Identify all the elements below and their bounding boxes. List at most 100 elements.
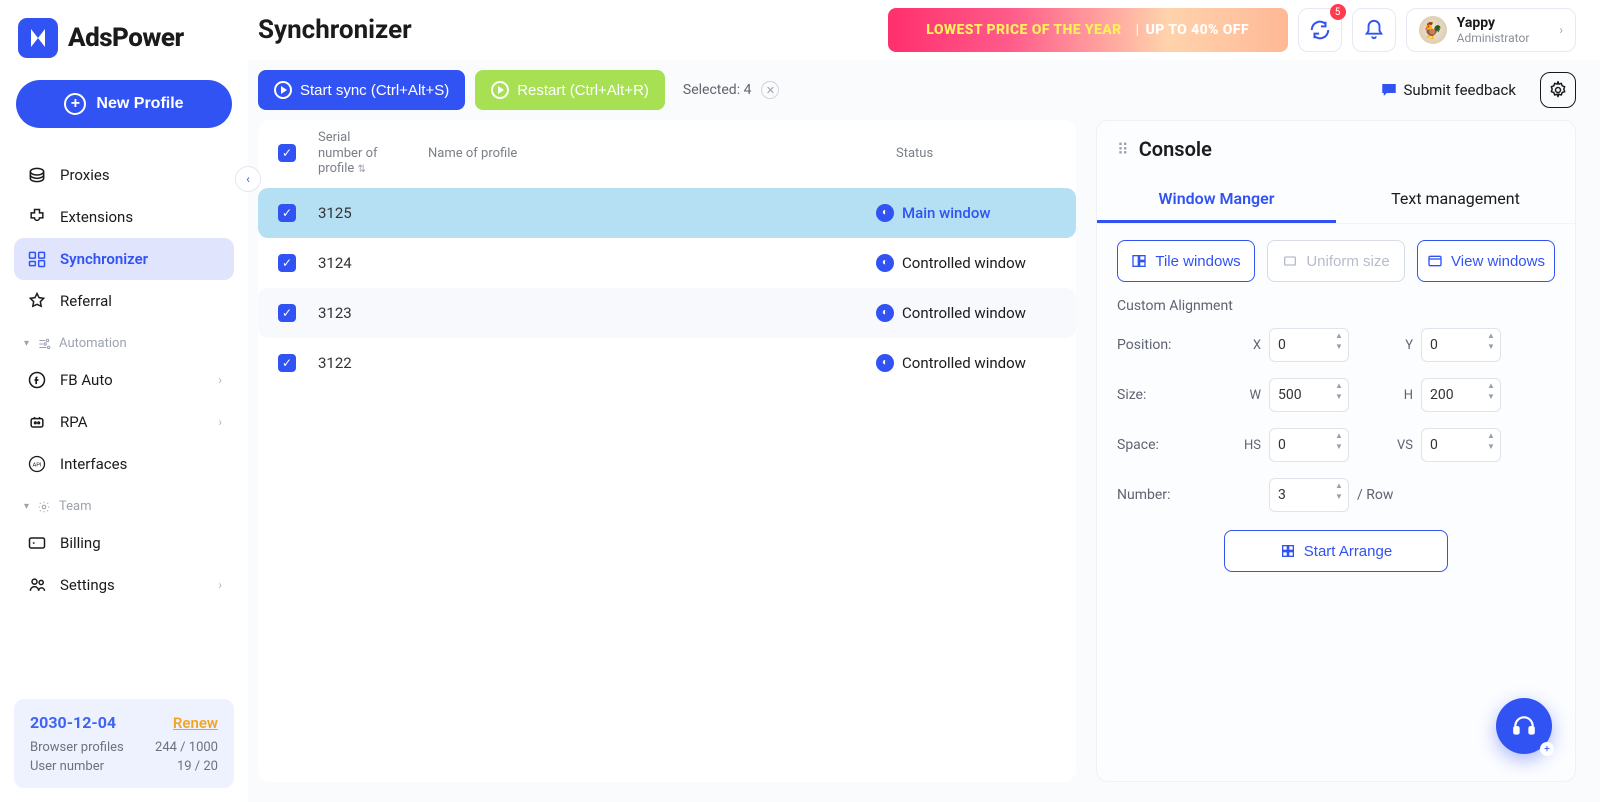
step-up[interactable]: ▲ bbox=[1486, 332, 1496, 342]
step-up[interactable]: ▲ bbox=[1334, 482, 1344, 492]
row-checkbox[interactable]: ✓ bbox=[278, 354, 296, 372]
page-header: Synchronizer LOWEST PRICE OF THE YEAR | … bbox=[248, 0, 1600, 60]
profiles-table: ✓ Serial number of profile ⇅ Name of pro… bbox=[258, 120, 1076, 782]
sidebar-item-label: FB Auto bbox=[60, 371, 113, 389]
settings-button[interactable] bbox=[1540, 72, 1576, 108]
step-up[interactable]: ▲ bbox=[1486, 432, 1496, 442]
step-down[interactable]: ▼ bbox=[1486, 443, 1496, 453]
space-hs-input[interactable]: 0▲▼ bbox=[1269, 428, 1349, 462]
tab-text-management[interactable]: Text management bbox=[1336, 177, 1575, 223]
sidebar-item-extensions[interactable]: Extensions bbox=[14, 196, 234, 238]
position-label: Position: bbox=[1117, 337, 1237, 353]
chat-plus-icon: + bbox=[1540, 742, 1554, 756]
view-windows-button[interactable]: View windows bbox=[1417, 240, 1555, 282]
step-down[interactable]: ▼ bbox=[1334, 443, 1344, 453]
step-down[interactable]: ▼ bbox=[1334, 393, 1344, 403]
space-vs-input[interactable]: 0▲▼ bbox=[1421, 428, 1501, 462]
restart-button[interactable]: Restart (Ctrl+Alt+R) bbox=[475, 70, 665, 110]
step-down[interactable]: ▼ bbox=[1486, 393, 1496, 403]
uniform-size-button[interactable]: Uniform size bbox=[1267, 240, 1405, 282]
view-icon bbox=[1427, 253, 1443, 269]
user-menu[interactable]: 🐓 Yappy Administrator › bbox=[1406, 8, 1576, 52]
sidebar-collapse-button[interactable]: ‹ bbox=[235, 166, 261, 192]
play-icon bbox=[491, 81, 509, 99]
renew-link[interactable]: Renew bbox=[173, 714, 218, 732]
console-tabs: Window Manger Text management bbox=[1097, 177, 1575, 224]
position-y-input[interactable]: 0▲▼ bbox=[1421, 328, 1501, 362]
promo-left: LOWEST PRICE OF THE YEAR bbox=[926, 22, 1121, 38]
chat-fab-button[interactable]: + bbox=[1496, 698, 1552, 754]
table-header: ✓ Serial number of profile ⇅ Name of pro… bbox=[258, 120, 1076, 188]
position-x-input[interactable]: 0▲▼ bbox=[1269, 328, 1349, 362]
number-label: Number: bbox=[1117, 487, 1237, 503]
group-automation[interactable]: ▾ Automation bbox=[14, 322, 234, 359]
row-status: Controlled window bbox=[902, 304, 1026, 322]
select-all-checkbox[interactable]: ✓ bbox=[278, 144, 296, 162]
clear-selection-button[interactable]: ✕ bbox=[761, 81, 779, 99]
uniform-icon bbox=[1282, 253, 1298, 269]
sidebar-item-proxies[interactable]: Proxies bbox=[14, 154, 234, 196]
step-up[interactable]: ▲ bbox=[1334, 382, 1344, 392]
sidebar-item-rpa[interactable]: RPA › bbox=[14, 401, 234, 443]
promo-banner[interactable]: LOWEST PRICE OF THE YEAR | UP TO 40% OFF bbox=[888, 8, 1288, 52]
step-down[interactable]: ▼ bbox=[1334, 493, 1344, 503]
console-panel: ⠿ Console Window Manger Text management … bbox=[1096, 120, 1576, 782]
sidebar-item-settings[interactable]: Settings › bbox=[14, 564, 234, 606]
sync-icon-button[interactable]: 5 bbox=[1298, 8, 1342, 52]
table-row[interactable]: ✓ 3122 ◐Controlled window bbox=[258, 338, 1076, 388]
sidebar-item-fbauto[interactable]: FB Auto › bbox=[14, 359, 234, 401]
tab-window-manager[interactable]: Window Manger bbox=[1097, 177, 1336, 223]
step-down[interactable]: ▼ bbox=[1486, 343, 1496, 353]
sidebar-item-billing[interactable]: Billing bbox=[14, 522, 234, 564]
start-sync-label: Start sync (Ctrl+Alt+S) bbox=[300, 82, 449, 99]
tile-windows-button[interactable]: Tile windows bbox=[1117, 240, 1255, 282]
settings-icon bbox=[26, 574, 48, 596]
size-h-input[interactable]: 200▲▼ bbox=[1421, 378, 1501, 412]
profiles-value: 244 / 1000 bbox=[155, 740, 218, 755]
step-up[interactable]: ▲ bbox=[1334, 432, 1344, 442]
start-sync-button[interactable]: Start sync (Ctrl+Alt+S) bbox=[258, 70, 465, 110]
sidebar-item-interfaces[interactable]: API Interfaces bbox=[14, 443, 234, 485]
row-checkbox[interactable]: ✓ bbox=[278, 304, 296, 322]
table-row[interactable]: ✓ 3125 ◐Main window bbox=[258, 188, 1076, 238]
arrange-label: Start Arrange bbox=[1304, 543, 1392, 560]
col-name[interactable]: Name of profile bbox=[418, 146, 896, 161]
chevron-right-icon: › bbox=[218, 415, 222, 429]
gear-small-icon bbox=[37, 500, 51, 514]
subscription-box: 2030-12-04 Renew Browser profiles 244 / … bbox=[14, 699, 234, 788]
step-up[interactable]: ▲ bbox=[1486, 382, 1496, 392]
start-arrange-button[interactable]: Start Arrange bbox=[1224, 530, 1448, 572]
drag-handle-icon[interactable]: ⠿ bbox=[1117, 140, 1129, 159]
notifications-button[interactable] bbox=[1352, 8, 1396, 52]
row-checkbox[interactable]: ✓ bbox=[278, 204, 296, 222]
sidebar-item-label: Billing bbox=[60, 534, 101, 552]
sidebar-item-label: Synchronizer bbox=[60, 250, 148, 268]
window-icon: ◐ bbox=[876, 354, 894, 372]
subscription-date: 2030-12-04 bbox=[30, 713, 116, 732]
group-team[interactable]: ▾ Team bbox=[14, 485, 234, 522]
main-area: Synchronizer LOWEST PRICE OF THE YEAR | … bbox=[248, 0, 1600, 802]
console-title: Console bbox=[1139, 137, 1212, 161]
sidebar-item-referral[interactable]: Referral bbox=[14, 280, 234, 322]
window-icon: ◐ bbox=[876, 304, 894, 322]
sort-icon: ⇅ bbox=[358, 164, 366, 175]
sidebar-item-synchronizer[interactable]: Synchronizer bbox=[14, 238, 234, 280]
submit-feedback-link[interactable]: Submit feedback bbox=[1380, 81, 1516, 99]
sidebar-item-label: Referral bbox=[60, 292, 112, 310]
brand-name: AdsPower bbox=[68, 23, 184, 53]
table-row[interactable]: ✓ 3124 ◐Controlled window bbox=[258, 238, 1076, 288]
table-row[interactable]: ✓ 3123 ◐Controlled window bbox=[258, 288, 1076, 338]
new-profile-button[interactable]: + New Profile bbox=[16, 80, 232, 128]
sidebar-item-label: Settings bbox=[60, 576, 115, 594]
number-input[interactable]: 3▲▼ bbox=[1269, 478, 1349, 512]
col-serial[interactable]: Serial number of profile ⇅ bbox=[318, 130, 418, 177]
col-status[interactable]: Status bbox=[896, 146, 1056, 161]
size-w-input[interactable]: 500▲▼ bbox=[1269, 378, 1349, 412]
step-down[interactable]: ▼ bbox=[1334, 343, 1344, 353]
row-serial: 3124 bbox=[318, 254, 418, 272]
restart-label: Restart (Ctrl+Alt+R) bbox=[517, 82, 649, 99]
step-up[interactable]: ▲ bbox=[1334, 332, 1344, 342]
row-checkbox[interactable]: ✓ bbox=[278, 254, 296, 272]
row-status: Main window bbox=[902, 204, 991, 222]
play-icon bbox=[274, 81, 292, 99]
